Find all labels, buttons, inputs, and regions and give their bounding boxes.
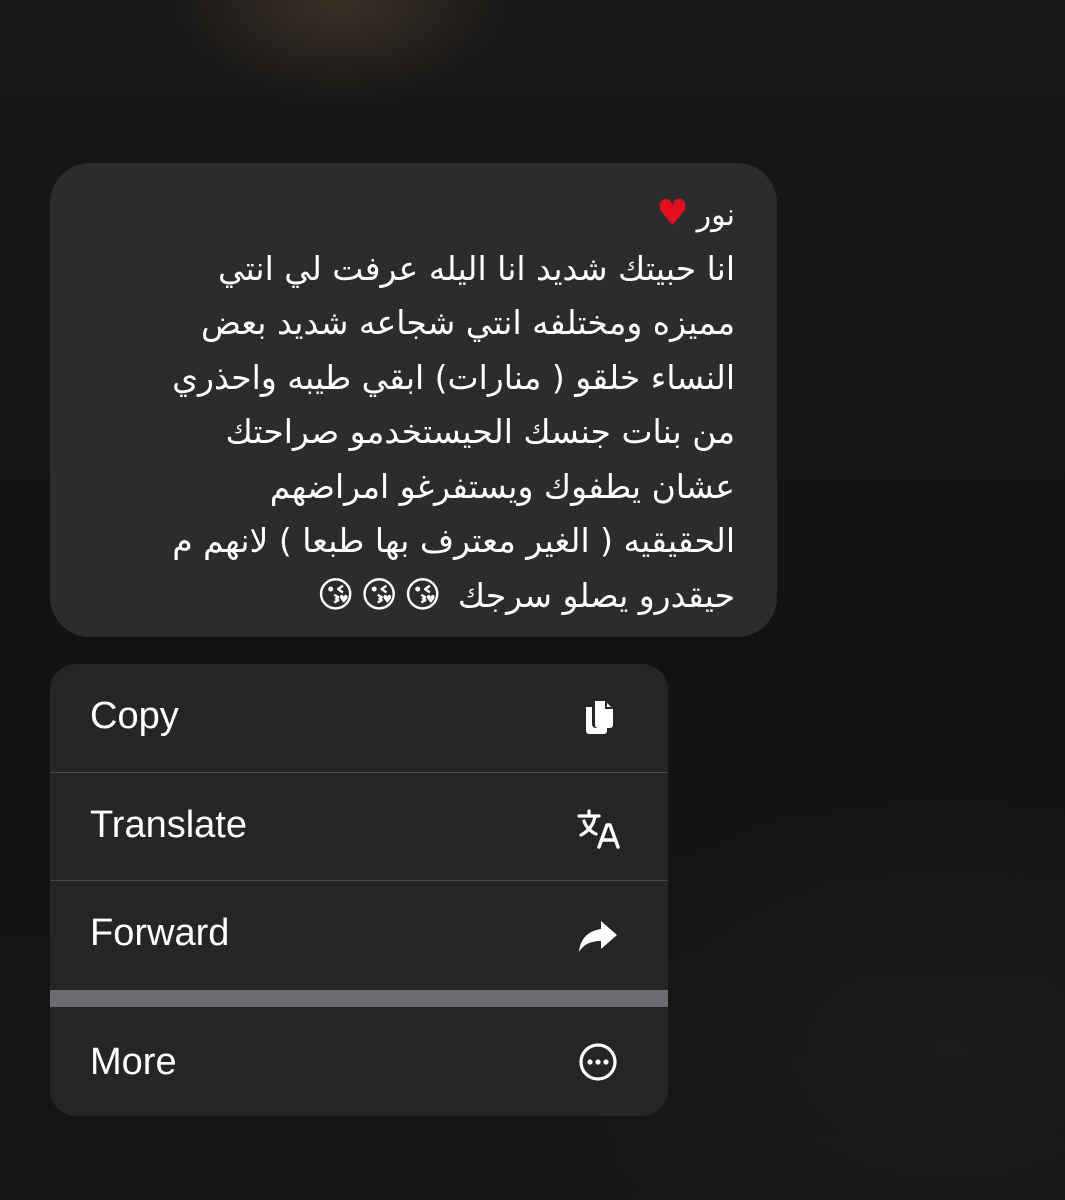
- more-ellipsis-icon: [579, 1043, 617, 1081]
- message-line: من بنات جنسك الحيستخدمو صراحتك: [225, 412, 735, 451]
- sender-name: نور: [696, 198, 735, 233]
- forward-arrow-icon: [579, 921, 617, 952]
- message-line: النساء خلقو ( منارات) ابقي طيبه واحذري: [172, 357, 735, 397]
- menu-item-forward[interactable]: Forward: [50, 881, 668, 989]
- menu-group-separator: [50, 990, 668, 1007]
- message-line: الحقيقيه ( الغير معترف بها طبعا ) لانهم …: [172, 521, 735, 560]
- red-heart-icon: ♥: [656, 193, 689, 234]
- message-last-line: حيقدرو يصلو سرجك 😘😘😘: [82, 569, 735, 624]
- message-line: عشان يطفوك ويستفرغو امراضهم: [269, 466, 735, 506]
- message-sender-line: نور♥: [82, 187, 735, 242]
- message-line: انا حبيتك شديد انا اليله عرفت لي انتي: [217, 248, 735, 288]
- message-bubble[interactable]: نور♥ انا حبيتك شديد انا اليله عرفت لي ان…: [50, 163, 777, 637]
- message-line-text: حيقدرو يصلو سرجك: [457, 575, 735, 615]
- menu-item-label: More: [90, 1041, 177, 1083]
- kissing-face-with-heart-icon: 😘: [316, 574, 355, 616]
- kissing-face-with-heart-icon: 😘: [403, 574, 442, 616]
- menu-item-label: Translate: [90, 804, 247, 846]
- menu-item-translate[interactable]: Translate: [50, 773, 668, 881]
- translate-icon: [577, 809, 620, 849]
- kissing-face-with-heart-icon: 😘: [360, 574, 398, 616]
- message-line: مميزه ومختلفه انتي شجاعه شديد بعض: [200, 303, 735, 342]
- menu-item-label: Copy: [90, 695, 179, 737]
- copy-icon: [586, 701, 613, 734]
- menu-item-more[interactable]: More: [50, 1007, 668, 1116]
- context-menu: Copy Translate Forward More: [50, 664, 668, 1116]
- menu-item-label: Forward: [90, 912, 230, 954]
- menu-item-copy[interactable]: Copy: [50, 664, 668, 772]
